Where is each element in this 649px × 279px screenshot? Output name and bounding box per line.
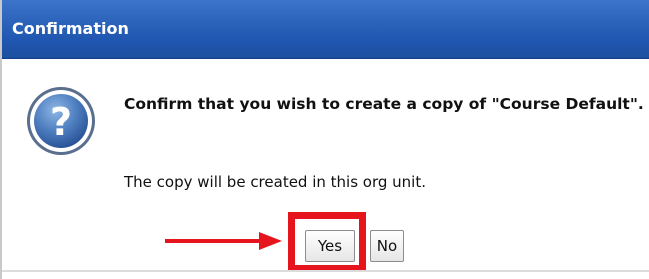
right-arrow-icon: [165, 232, 282, 250]
divider: [2, 270, 649, 272]
dialog-title: Confirmation: [12, 19, 129, 38]
svg-text:?: ?: [50, 100, 72, 144]
yes-button[interactable]: Yes: [305, 230, 355, 262]
no-button[interactable]: No: [370, 230, 404, 262]
copy-location-note: The copy will be created in this org uni…: [124, 173, 426, 191]
confirmation-message: Confirm that you wish to create a copy o…: [124, 95, 644, 113]
question-icon: ?: [27, 87, 95, 155]
dialog-titlebar: Confirmation: [2, 0, 649, 59]
dialog-window: Confirmation ? Confirm that you wish to …: [0, 0, 649, 279]
